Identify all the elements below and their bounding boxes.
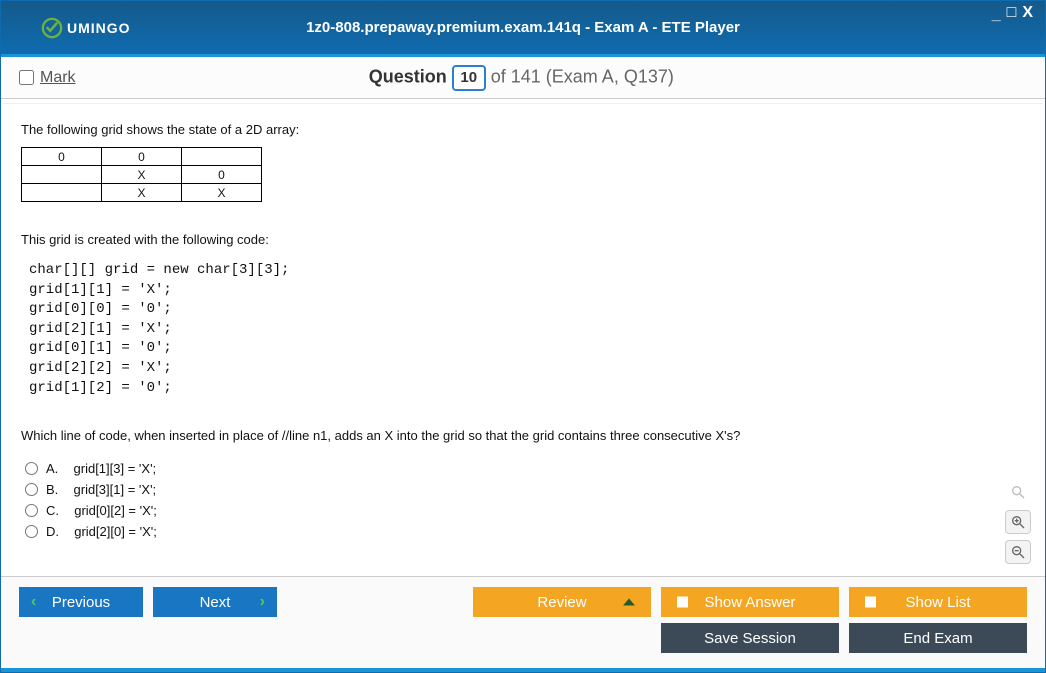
- question-word: Question: [369, 66, 447, 86]
- code-block: char[][] grid = new char[3][3]; grid[1][…: [29, 261, 1025, 398]
- question-header: Mark Question of 141 (Exam A, Q137): [1, 57, 1045, 99]
- end-exam-button[interactable]: End Exam: [849, 623, 1027, 653]
- intro-text-2: This grid is created with the following …: [21, 232, 1025, 247]
- triangle-up-icon: [623, 599, 635, 606]
- checkmark-icon: [41, 17, 63, 39]
- question-content: The following grid shows the state of a …: [3, 103, 1043, 574]
- radio-a[interactable]: [25, 462, 38, 475]
- intro-text-1: The following grid shows the state of a …: [21, 122, 1025, 137]
- mark-checkbox[interactable]: [19, 70, 34, 85]
- previous-button[interactable]: ‹ Previous: [19, 587, 143, 617]
- maximize-button[interactable]: □: [1007, 5, 1017, 21]
- radio-c[interactable]: [25, 504, 38, 517]
- app-logo: UMINGO: [41, 17, 131, 39]
- show-answer-button[interactable]: Show Answer: [661, 587, 839, 617]
- mark-label[interactable]: Mark: [40, 69, 76, 87]
- window-title: 1z0-808.prepaway.premium.exam.141q - Exa…: [306, 19, 740, 36]
- zoom-in-icon[interactable]: [1005, 510, 1031, 534]
- radio-d[interactable]: [25, 525, 38, 538]
- show-list-button[interactable]: Show List: [849, 587, 1027, 617]
- zoom-tools: [1005, 480, 1031, 564]
- question-number-input[interactable]: [452, 65, 486, 91]
- save-session-button[interactable]: Save Session: [661, 623, 839, 653]
- bottom-accent: [1, 668, 1045, 672]
- minimize-button[interactable]: _: [992, 7, 1001, 23]
- review-button[interactable]: Review: [473, 587, 651, 617]
- question-total: of 141 (Exam A, Q137): [491, 66, 674, 86]
- radio-b[interactable]: [25, 483, 38, 496]
- search-icon[interactable]: [1005, 480, 1031, 504]
- question-prompt: Which line of code, when inserted in pla…: [21, 428, 1025, 443]
- chevron-left-icon: ‹: [31, 593, 36, 611]
- option-d[interactable]: D. grid[2][0] = 'X';: [25, 524, 1025, 539]
- option-a[interactable]: A. grid[1][3] = 'X';: [25, 461, 1025, 476]
- answer-options: A. grid[1][3] = 'X'; B. grid[3][1] = 'X'…: [25, 461, 1025, 539]
- logo-text: UMINGO: [67, 20, 131, 36]
- option-c[interactable]: C. grid[0][2] = 'X';: [25, 503, 1025, 518]
- title-bar: UMINGO 1z0-808.prepaway.premium.exam.141…: [1, 1, 1045, 57]
- square-icon: [865, 597, 876, 608]
- square-icon: [677, 597, 688, 608]
- chevron-right-icon: ›: [260, 593, 265, 611]
- option-b[interactable]: B. grid[3][1] = 'X';: [25, 482, 1025, 497]
- close-button[interactable]: X: [1022, 5, 1033, 21]
- footer: ‹ Previous Next › Review Show Answer Sho…: [1, 576, 1045, 672]
- zoom-out-icon[interactable]: [1005, 540, 1031, 564]
- array-grid-table: 00 X0 XX: [21, 147, 262, 202]
- next-button[interactable]: Next ›: [153, 587, 277, 617]
